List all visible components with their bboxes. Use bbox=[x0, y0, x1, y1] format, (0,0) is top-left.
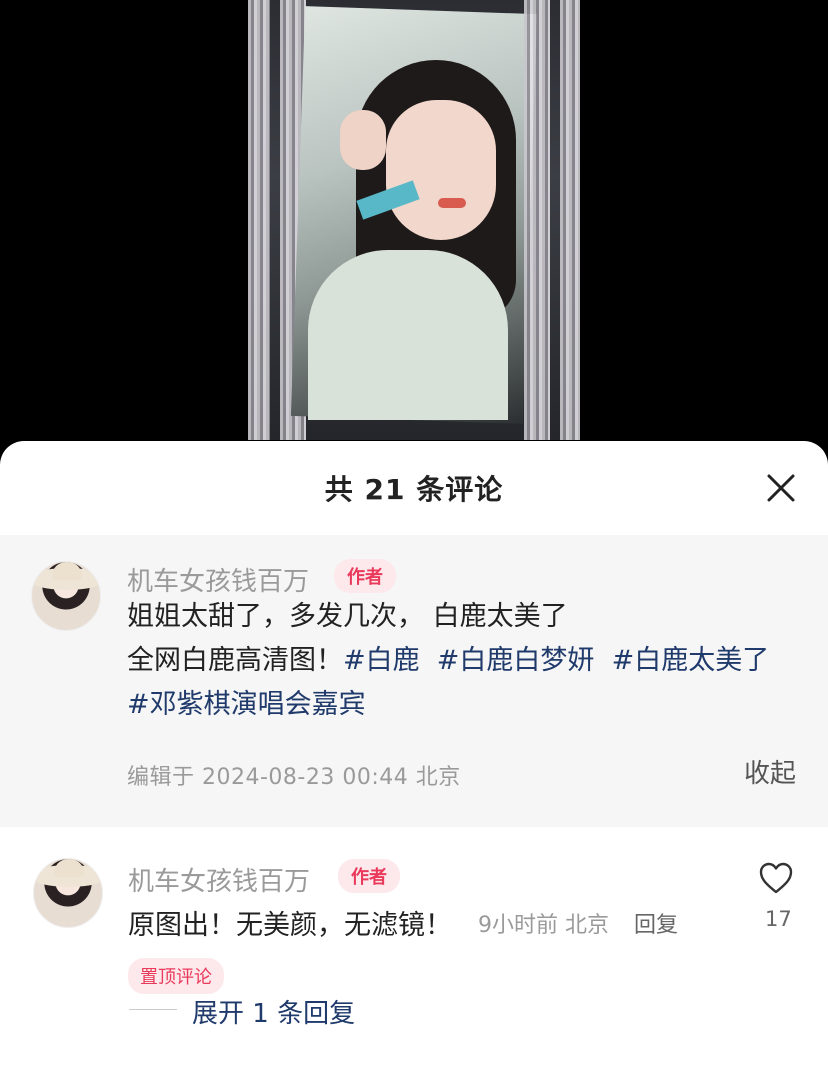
hashtag[interactable]: #白鹿太美了 bbox=[612, 645, 770, 676]
expand-divider bbox=[129, 1009, 177, 1010]
avatar[interactable] bbox=[33, 858, 103, 928]
pinned-comment[interactable]: 机车女孩钱百万 作者 姐姐太甜了，多发几次， 白鹿太美了 全网白鹿高清图！#白鹿… bbox=[0, 535, 828, 827]
comment-body: 姐姐太甜了，多发几次， 白鹿太美了 全网白鹿高清图！#白鹿 #白鹿白梦妍 #白鹿… bbox=[127, 595, 807, 727]
comment-text: 原图出！无美颜，无滤镜！ bbox=[128, 910, 452, 941]
comment-username[interactable]: 机车女孩钱百万 bbox=[127, 561, 309, 598]
media-viewer[interactable] bbox=[0, 0, 828, 470]
author-badge: 作者 bbox=[338, 859, 400, 893]
hashtag[interactable]: #邓紫棋演唱会嘉宾 bbox=[127, 689, 366, 720]
avatar[interactable] bbox=[31, 561, 101, 631]
comment-line-1: 姐姐太甜了，多发几次， 白鹿太美了 bbox=[127, 601, 568, 632]
comment-item[interactable]: 机车女孩钱百万 作者 原图出！无美颜，无滤镜！ 9小时前 北京 回复 17 置顶… bbox=[0, 827, 828, 1083]
sheet-header: 共 21 条评论 bbox=[0, 441, 828, 535]
edited-timestamp: 编辑于 2024-08-23 00:44 北京 bbox=[127, 765, 461, 790]
heart-icon[interactable] bbox=[758, 861, 794, 895]
comment-line-3: #邓紫棋演唱会嘉宾 bbox=[127, 683, 807, 727]
reply-button[interactable]: 回复 bbox=[634, 907, 678, 939]
close-icon[interactable] bbox=[766, 473, 796, 503]
pinned-badge: 置顶评论 bbox=[128, 958, 224, 994]
collapse-button[interactable]: 收起 bbox=[744, 753, 796, 790]
comment-text: 全网白鹿高清图！ bbox=[127, 645, 343, 676]
comments-sheet: 共 21 条评论 机车女孩钱百万 作者 姐姐太甜了，多发几次， 白鹿太美了 全网… bbox=[0, 441, 828, 1083]
comment-username[interactable]: 机车女孩钱百万 bbox=[128, 861, 310, 898]
sheet-title: 共 21 条评论 bbox=[324, 473, 504, 506]
comment-line-2: 全网白鹿高清图！#白鹿 #白鹿白梦妍 #白鹿太美了 bbox=[127, 639, 807, 683]
comment-time-location: 9小时前 北京 bbox=[478, 913, 609, 938]
hashtag[interactable]: #白鹿白梦妍 bbox=[437, 645, 595, 676]
concert-photo bbox=[248, 0, 580, 440]
expand-replies-button[interactable]: 展开 1 条回复 bbox=[192, 993, 355, 1030]
hashtag[interactable]: #白鹿 bbox=[343, 645, 420, 676]
like-count: 17 bbox=[765, 907, 792, 931]
author-badge: 作者 bbox=[334, 559, 396, 593]
